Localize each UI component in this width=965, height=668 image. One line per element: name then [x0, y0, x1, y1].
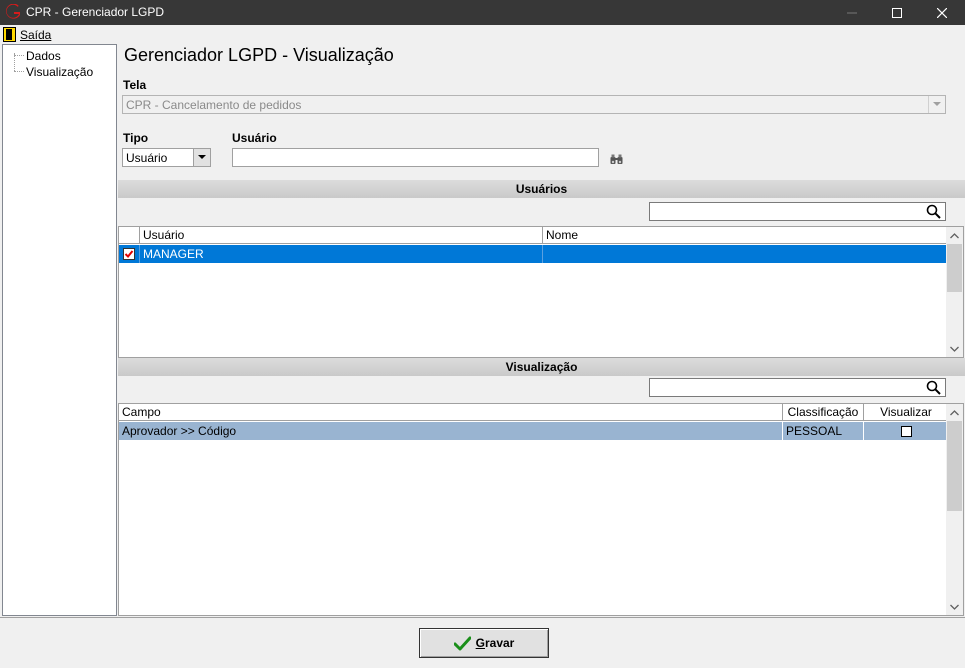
usuario-cell: MANAGER: [140, 245, 543, 263]
scroll-thumb[interactable]: [947, 244, 962, 292]
column-header-visualizar[interactable]: Visualizar: [864, 404, 948, 421]
footer-divider: [0, 617, 965, 618]
search-icon[interactable]: [926, 380, 941, 395]
gravar-button[interactable]: Gravar: [419, 628, 549, 658]
nome-cell: [543, 245, 948, 263]
green-check-icon: [453, 636, 471, 650]
binoculars-icon[interactable]: [610, 154, 623, 165]
tela-label: Tela: [123, 78, 147, 92]
search-icon[interactable]: [926, 204, 941, 219]
minimize-icon: [847, 12, 857, 13]
usuario-input[interactable]: [232, 148, 599, 167]
scroll-thumb[interactable]: [947, 421, 962, 511]
tipo-dropdown-button[interactable]: [193, 149, 210, 166]
column-header-usuario[interactable]: Usuário: [140, 227, 543, 244]
tree-connector: [14, 55, 24, 56]
scroll-down-icon: [950, 604, 959, 610]
tree-item-visualizacao[interactable]: Visualização: [26, 65, 93, 79]
scroll-up-icon: [950, 232, 959, 238]
scroll-up-button[interactable]: [946, 227, 963, 244]
title-bar: CPR - Gerenciador LGPD: [0, 0, 965, 25]
close-button[interactable]: [919, 0, 965, 25]
tela-select[interactable]: CPR - Cancelamento de pedidos: [122, 95, 946, 114]
column-header-campo[interactable]: Campo: [119, 404, 783, 421]
gravar-label: Gravar: [475, 636, 515, 650]
app-logo-icon: [6, 4, 20, 19]
menu-exit-label: Saída: [20, 27, 52, 42]
page-title: Gerenciador LGPD - Visualização: [124, 45, 394, 65]
maximize-icon: [892, 7, 902, 18]
tipo-label: Tipo: [123, 131, 149, 145]
tree-item-dados[interactable]: Dados: [26, 49, 61, 63]
window-title: CPR - Gerenciador LGPD: [26, 5, 165, 19]
usuarios-scrollbar[interactable]: [946, 227, 963, 357]
usuarios-section-header: Usuários: [118, 180, 965, 198]
scroll-up-button[interactable]: [946, 404, 963, 421]
row-check-cell[interactable]: [119, 245, 140, 263]
column-header-classificacao[interactable]: Classificação: [783, 404, 864, 421]
column-header-nome[interactable]: Nome: [543, 227, 948, 244]
exit-door-icon: [3, 27, 16, 42]
table-row[interactable]: Aprovador >> Código PESSOAL: [119, 422, 948, 440]
table-row[interactable]: MANAGER: [119, 245, 948, 263]
usuarios-grid-header: Usuário Nome: [119, 227, 948, 244]
menu-exit[interactable]: Saída: [3, 26, 51, 43]
tela-value: CPR - Cancelamento de pedidos: [126, 98, 302, 112]
minimize-button[interactable]: [829, 0, 875, 25]
visualizacao-section-header: Visualização: [118, 358, 965, 376]
checkbox-icon[interactable]: [901, 426, 912, 437]
visualizacao-grid: Campo Classificação Visualizar Aprovador…: [118, 403, 964, 616]
tree-connector: [14, 71, 24, 72]
chevron-down-icon: [933, 102, 941, 106]
menu-bar: Saída: [0, 25, 965, 44]
scroll-down-button[interactable]: [946, 598, 963, 615]
visualizar-cell[interactable]: [864, 422, 948, 440]
scroll-down-button[interactable]: [946, 340, 963, 357]
maximize-button[interactable]: [874, 0, 920, 25]
chevron-down-icon: [198, 155, 206, 159]
visualizacao-scrollbar[interactable]: [946, 404, 963, 615]
navigation-tree: Dados Visualização: [2, 44, 117, 616]
tipo-select[interactable]: Usuário: [122, 148, 211, 167]
checkbox-checked-icon[interactable]: [123, 248, 135, 260]
tipo-value: Usuário: [126, 151, 168, 165]
close-icon: [937, 7, 947, 18]
visualizacao-grid-header: Campo Classificação Visualizar: [119, 404, 948, 421]
campo-cell: Aprovador >> Código: [119, 422, 783, 440]
usuarios-grid: Usuário Nome MANAGER: [118, 226, 964, 358]
usuario-label: Usuário: [232, 131, 277, 145]
tela-dropdown-button[interactable]: [928, 96, 945, 113]
scroll-up-icon: [950, 409, 959, 415]
usuarios-search-input[interactable]: [649, 202, 946, 221]
classificacao-cell: PESSOAL: [783, 422, 864, 440]
visualizacao-search-input[interactable]: [649, 378, 946, 397]
scroll-down-icon: [950, 346, 959, 352]
column-header-check: [119, 227, 140, 244]
